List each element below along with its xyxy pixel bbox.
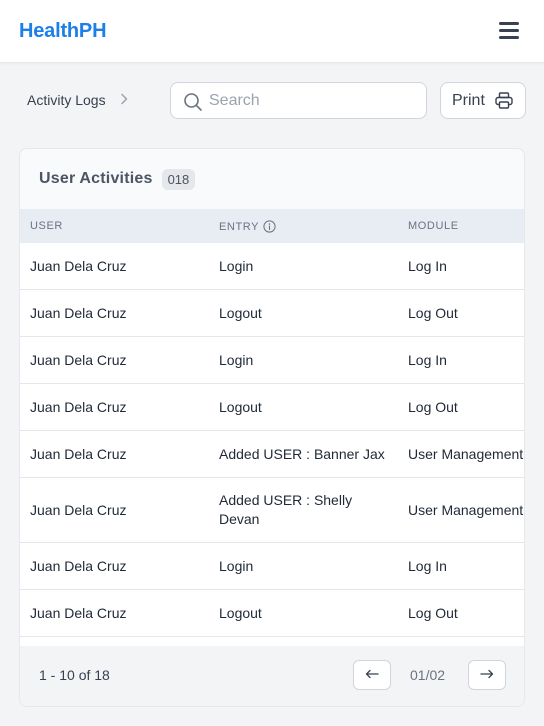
- user-activities-card: User Activities 018 USER ENTRY MODULE Ju…: [19, 148, 525, 707]
- cell-entry: Logout: [219, 399, 262, 415]
- cell-entry: Login: [219, 352, 254, 368]
- cell-user: Juan Dela Cruz: [30, 558, 127, 574]
- brand-logo[interactable]: HealthPH: [19, 20, 107, 43]
- info-icon[interactable]: [263, 220, 276, 233]
- column-header-label: ENTRY: [219, 220, 260, 233]
- cell-entry: Added USER : Banner Jax: [219, 446, 385, 462]
- table-row[interactable]: Juan Dela Cruz Added USER : Banner Jax U…: [20, 431, 524, 478]
- pagination-range: 1 - 10 of 18: [39, 667, 110, 683]
- table-row[interactable]: Juan Dela Cruz Logout Log Out: [20, 384, 524, 431]
- printer-icon: [495, 92, 513, 109]
- cell-module: User Management: [408, 502, 524, 518]
- search-input[interactable]: [209, 83, 419, 118]
- search-box: [170, 82, 427, 119]
- cell-module: Log In: [408, 558, 447, 574]
- table-row[interactable]: Juan Dela Cruz Added USER : Shelly Devan…: [20, 478, 524, 543]
- cell-module: Log In: [408, 352, 447, 368]
- cell-entry: Login: [219, 558, 254, 574]
- cell-module: Log Out: [408, 399, 458, 415]
- column-header-label: MODULE: [408, 220, 459, 232]
- card-header: User Activities 018: [20, 149, 524, 209]
- hamburger-menu-icon[interactable]: [499, 22, 519, 40]
- table-row[interactable]: Juan Dela Cruz Login Log In: [20, 543, 524, 590]
- card-title: User Activities: [39, 170, 153, 187]
- table-row[interactable]: Juan Dela Cruz Logout Log Out: [20, 590, 524, 637]
- count-badge: 018: [161, 168, 196, 190]
- cell-module: Log In: [408, 258, 447, 274]
- cell-entry: Logout: [219, 305, 262, 321]
- current-page: 01: [410, 667, 426, 683]
- cell-user: Juan Dela Cruz: [30, 446, 127, 462]
- column-header-user: USER: [30, 220, 63, 232]
- table-header: USER ENTRY MODULE: [20, 209, 524, 243]
- chevron-right-icon: [120, 92, 128, 108]
- table-body: Juan Dela Cruz Login Log In Juan Dela Cr…: [20, 243, 524, 646]
- page-indicator: 01/02: [410, 667, 446, 683]
- cell-user: Juan Dela Cruz: [30, 399, 127, 415]
- breadcrumb: Activity Logs: [27, 92, 128, 108]
- column-header-entry: ENTRY: [219, 220, 276, 233]
- breadcrumb-item-activity-logs[interactable]: Activity Logs: [27, 92, 106, 108]
- column-header-label: USER: [30, 220, 63, 232]
- search-icon: [183, 92, 203, 117]
- cell-user: Juan Dela Cruz: [30, 605, 127, 621]
- print-button-label: Print: [452, 91, 485, 109]
- total-pages: 02: [429, 667, 446, 683]
- cell-module: Log Out: [408, 605, 458, 621]
- cell-user: Juan Dela Cruz: [30, 352, 127, 368]
- top-navbar: HealthPH: [0, 0, 544, 63]
- cell-user: Juan Dela Cruz: [30, 305, 127, 321]
- prev-page-button[interactable]: [353, 660, 391, 690]
- column-header-module: MODULE: [408, 220, 459, 232]
- arrow-right-icon: [480, 666, 494, 684]
- cell-user: Juan Dela Cruz: [30, 258, 127, 274]
- cell-entry: Logout: [219, 605, 262, 621]
- arrow-left-icon: [365, 666, 379, 684]
- table-footer: 1 - 10 of 18 01/02: [20, 646, 524, 706]
- table-row[interactable]: Juan Dela Cruz Login Log In: [20, 337, 524, 384]
- table-row[interactable]: Juan Dela Cruz Login Log In: [20, 243, 524, 290]
- cell-module: User Management: [408, 446, 524, 462]
- print-button[interactable]: Print: [440, 82, 526, 119]
- cell-entry: Login: [219, 258, 254, 274]
- next-page-button[interactable]: [468, 660, 506, 690]
- table-row[interactable]: Juan Dela Cruz Logout Log Out: [20, 290, 524, 337]
- cell-module: Log Out: [408, 305, 458, 321]
- cell-entry: Added USER : Shelly Devan: [219, 492, 353, 527]
- cell-user: Juan Dela Cruz: [30, 502, 127, 518]
